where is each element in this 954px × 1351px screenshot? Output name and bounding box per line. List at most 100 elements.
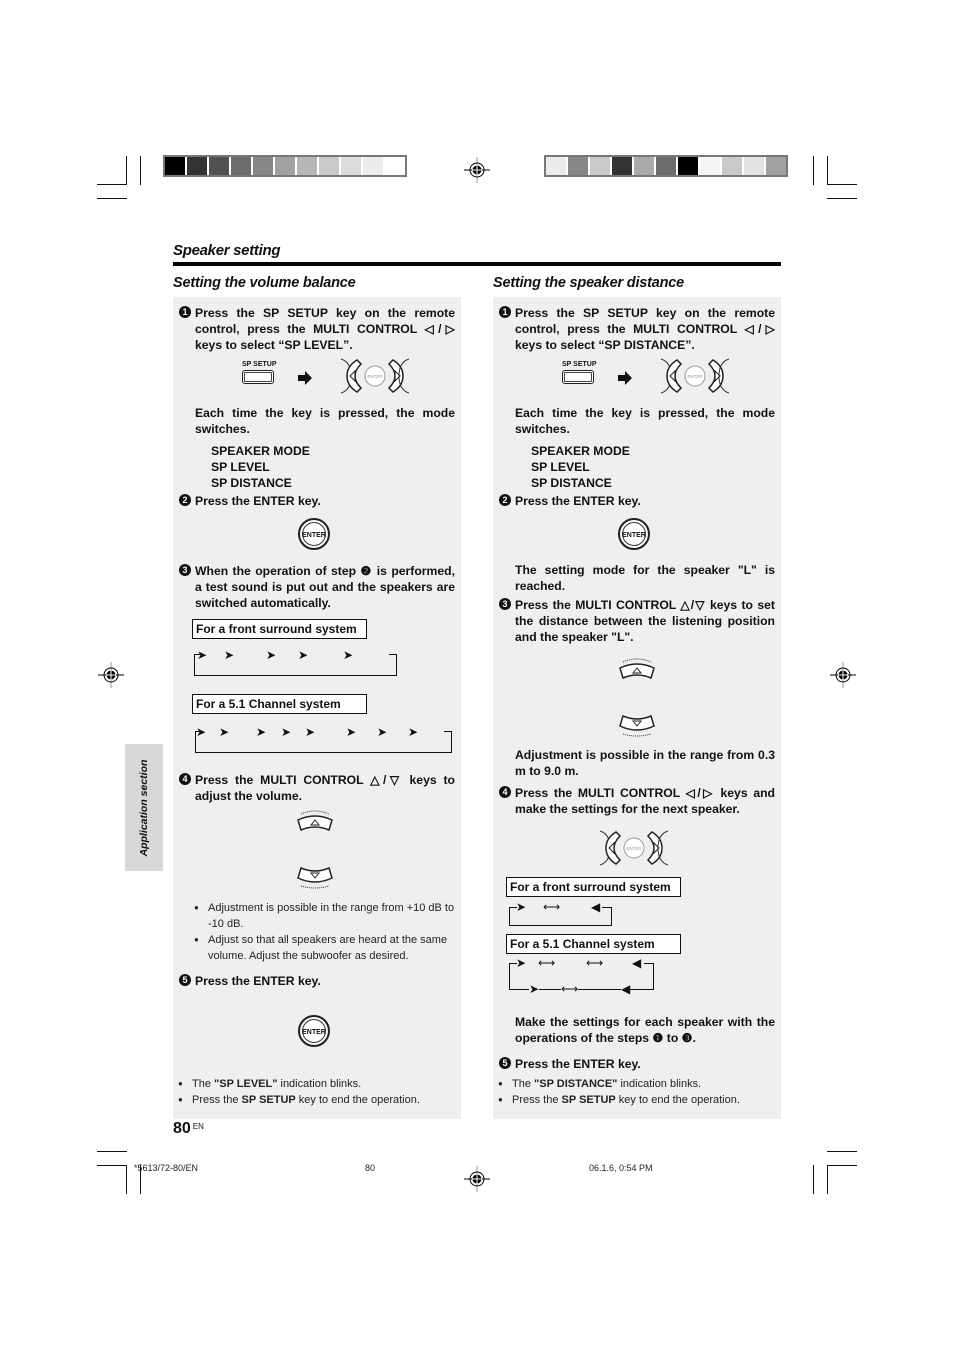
arrow-right-icon — [618, 371, 632, 385]
right-column-title: Setting the speaker distance — [493, 275, 685, 291]
sequence-arrow-icon: ➤ — [516, 956, 527, 970]
enter-key-icon: ENTER — [298, 518, 330, 550]
crop-mark — [97, 1151, 127, 1152]
enter-key-icon: ENTER — [618, 518, 650, 550]
sequence-arrow-icon: ➤ — [281, 725, 292, 739]
sp-setup-key-icon: SP SETUP — [562, 361, 597, 384]
color-swatch — [275, 157, 295, 175]
crop-mark — [126, 156, 127, 185]
sequence-arrow-icon: ➤ — [298, 648, 309, 662]
step-text: Press the SP SETUP key on the remote con… — [195, 306, 455, 352]
color-swatch — [253, 157, 273, 175]
registration-mark-icon — [98, 662, 124, 688]
multi-control-left-right-icon: ENTER — [340, 358, 410, 394]
sequence-arrow-icon: ➤ — [219, 725, 230, 739]
left-bullet-range: Adjustment is possible in the range from… — [194, 900, 456, 932]
color-swatch — [187, 157, 207, 175]
footer-timestamp: 06.1.6, 0:54 PM — [589, 1163, 653, 1173]
step-number-badge: 1 — [179, 306, 191, 318]
right-each-time-text: Each time the key is pressed, the mode s… — [515, 406, 775, 436]
sequence-line — [644, 963, 653, 964]
left-bullet-end: Press the SP SETUP key to end the operat… — [178, 1092, 457, 1108]
sequence-arrow-left-icon: ◀ — [621, 982, 631, 996]
color-swatch — [656, 157, 676, 175]
section-title: Speaker setting — [173, 242, 281, 259]
color-swatch — [590, 157, 610, 175]
left-mode-speaker-mode: SPEAKER MODE — [211, 444, 310, 458]
crop-mark — [97, 184, 127, 185]
footer-code: *5613/72-80/EN — [134, 1163, 199, 1173]
footer-page: 80 — [365, 1163, 376, 1173]
color-swatch — [231, 157, 251, 175]
svg-text:ENTER: ENTER — [367, 374, 383, 379]
svg-text:ENTER: ENTER — [626, 846, 642, 851]
right-bullet-end: Press the SP SETUP key to end the operat… — [498, 1092, 777, 1108]
color-calibration-bar-left — [163, 155, 407, 177]
color-swatch — [568, 157, 588, 175]
crop-mark — [827, 1165, 828, 1194]
left-step-1: 1 Press the SP SETUP key on the remote c… — [179, 305, 455, 353]
left-step-5: 5 Press the ENTER key. — [179, 973, 455, 989]
sp-setup-key-icon: SP SETUP — [242, 361, 277, 384]
right-step-3: 3 Press the MULTI CONTROL △/▽ keys to se… — [499, 597, 775, 645]
sequence-arrow-icon: ➤ — [256, 725, 267, 739]
color-swatch — [363, 157, 383, 175]
right-mode-sp-distance: SP DISTANCE — [531, 476, 612, 490]
left-front-surround-label: For a front surround system — [192, 619, 367, 639]
sequence-bidirectional-arrow-icon: ⟷ — [543, 900, 561, 914]
sequence-arrow-icon: ➤ — [305, 725, 316, 739]
left-step-2: 2 Press the ENTER key. — [179, 493, 455, 509]
registration-mark-icon — [464, 157, 490, 183]
sequence-arrow-left-icon: ◀ — [591, 900, 601, 914]
side-tab-label: Application section — [138, 759, 150, 856]
right-step-4: 4 Press the MULTI CONTROL ◁/▷ keys and m… — [499, 785, 775, 817]
color-swatch — [612, 157, 632, 175]
multi-control-left-right-icon: ENTER — [599, 830, 669, 866]
arrow-right-icon — [298, 371, 312, 385]
crop-mark — [126, 1165, 127, 1194]
sequence-arrow-icon: ➤ — [343, 648, 354, 662]
sequence-arrow-icon: ➤ — [224, 648, 235, 662]
color-swatch — [722, 157, 742, 175]
right-step-5: 5 Press the ENTER key. — [499, 1056, 775, 1072]
sequence-line — [602, 907, 611, 908]
multi-control-down-icon — [619, 714, 655, 737]
sequence-arrow-icon: ➤ — [196, 725, 207, 739]
side-tab: Application section — [125, 744, 163, 871]
crop-mark — [827, 184, 857, 185]
color-swatch — [165, 157, 185, 175]
page-number: 80 EN — [173, 1120, 204, 1137]
sequence-arrow-icon: ➤ — [197, 648, 208, 662]
left-each-time-text: Each time the key is pressed, the mode s… — [195, 406, 455, 436]
right-channel51-label: For a 5.1 Channel system — [506, 934, 681, 954]
color-swatch — [341, 157, 361, 175]
color-swatch — [678, 157, 698, 175]
color-swatch — [700, 157, 720, 175]
sequence-bidirectional-arrow-icon: ⟷ — [561, 982, 579, 996]
sequence-bidirectional-arrow-icon: ⟷ — [586, 956, 604, 970]
left-mode-sp-distance: SP DISTANCE — [211, 476, 292, 490]
registration-mark-icon — [464, 1166, 490, 1192]
enter-key-icon: ENTER — [298, 1015, 330, 1047]
right-front-surround-label: For a front surround system — [506, 877, 681, 897]
left-mode-sp-level: SP LEVEL — [211, 460, 270, 474]
sequence-arrow-icon: ➤ — [346, 725, 357, 739]
right-range-text: Adjustment is possible in the range from… — [515, 748, 775, 778]
color-swatch — [634, 157, 654, 175]
sequence-arrow-left-icon: ◀ — [632, 956, 642, 970]
crop-mark — [97, 198, 127, 199]
left-bullet-blinks: The "SP LEVEL" indication blinks. — [178, 1076, 457, 1092]
left-column-title: Setting the volume balance — [173, 275, 356, 291]
multi-control-up-icon — [297, 810, 333, 832]
crop-mark — [813, 1165, 814, 1194]
sequence-arrow-icon: ➤ — [529, 982, 540, 996]
registration-mark-icon — [830, 662, 856, 688]
multi-control-down-icon — [297, 866, 333, 889]
crop-mark — [140, 156, 141, 185]
left-bullet-adjust: Adjust so that all speakers are heard at… — [194, 932, 456, 964]
color-swatch — [385, 157, 405, 175]
right-step-1: 1 Press the SP SETUP key on the remote c… — [499, 305, 775, 353]
multi-control-up-icon — [619, 658, 655, 680]
left-step-4: 4 Press the MULTI CONTROL △/▽ keys to ad… — [179, 772, 455, 804]
color-swatch — [744, 157, 764, 175]
